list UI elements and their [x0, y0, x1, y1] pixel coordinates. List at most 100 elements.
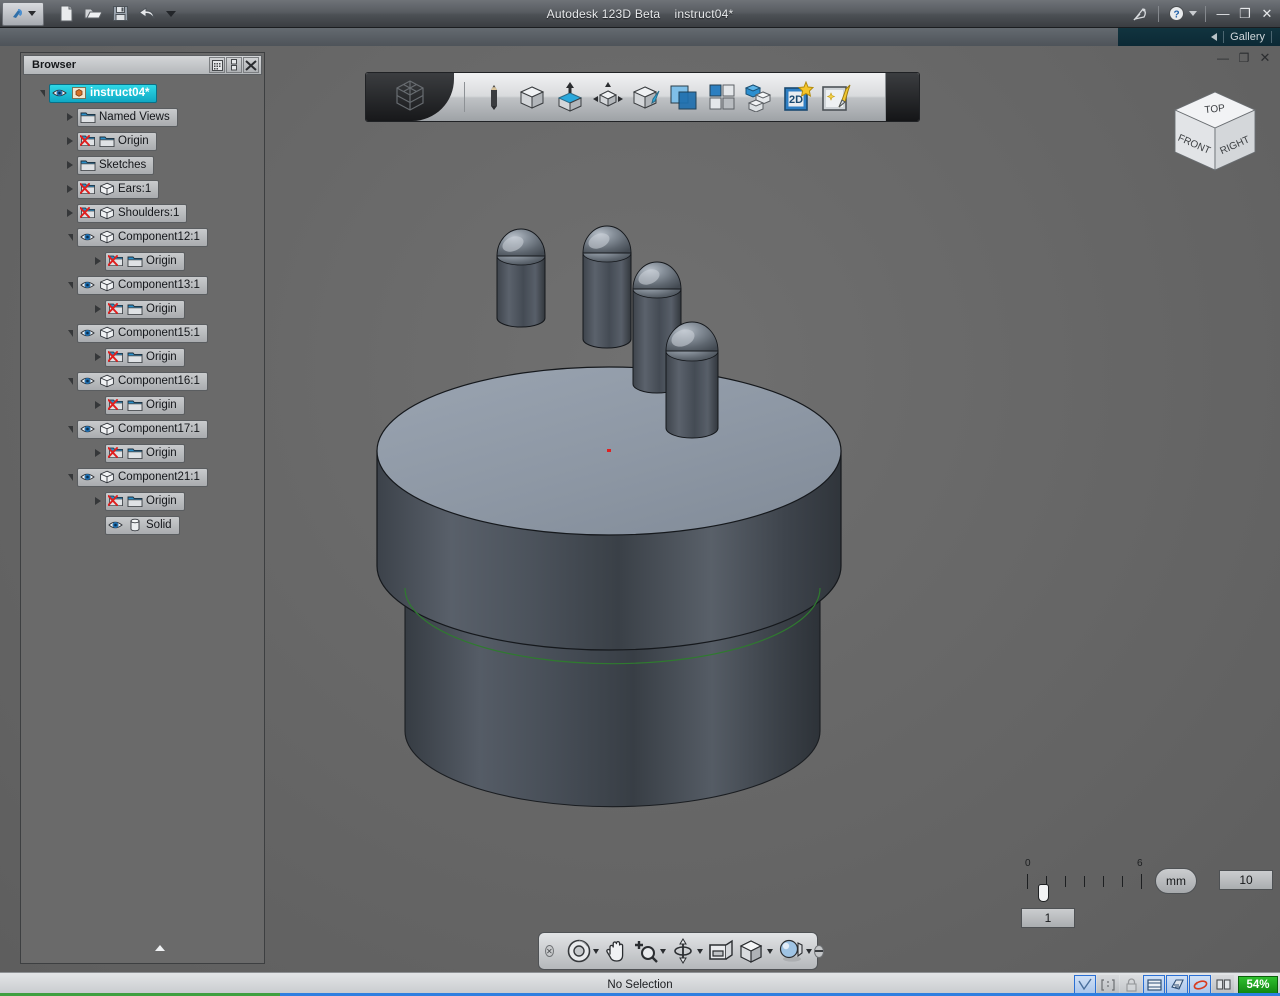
- open-document-button[interactable]: [83, 4, 103, 24]
- tree-expand-arrow-expanded[interactable]: [63, 278, 77, 292]
- convert-2d-button[interactable]: 2D: [779, 77, 817, 117]
- tree-expand-arrow-expanded[interactable]: [63, 326, 77, 340]
- tree-node[interactable]: Ears:1: [21, 177, 264, 201]
- tree-node[interactable]: Origin: [21, 489, 264, 513]
- tree-node[interactable]: Component15:1: [21, 321, 264, 345]
- tree-node[interactable]: Shoulders:1: [21, 201, 264, 225]
- view-cube[interactable]: TOP FRONT RIGHT: [1160, 84, 1270, 184]
- effects-button[interactable]: [817, 77, 855, 117]
- tree-item-component21-1[interactable]: Component21:1: [77, 467, 208, 487]
- caret-down-icon[interactable]: [696, 948, 703, 954]
- tree-expand-arrow-collapsed[interactable]: [91, 398, 105, 412]
- tree-item-shoulders-1[interactable]: Shoulders:1: [77, 203, 188, 223]
- grid-snap-button[interactable]: [703, 77, 741, 117]
- tree-expand-arrow-expanded[interactable]: [63, 374, 77, 388]
- scale-max-input[interactable]: 10: [1219, 870, 1273, 890]
- status-dimension-button[interactable]: [1097, 974, 1119, 995]
- gallery-label[interactable]: Gallery: [1230, 31, 1265, 43]
- modify-tool-button[interactable]: [589, 77, 627, 117]
- tree-item-origin[interactable]: Origin: [105, 347, 185, 367]
- doc-minimize-button[interactable]: —: [1214, 50, 1232, 66]
- tree-node[interactable]: Component21:1: [21, 465, 264, 489]
- toolbar-logo[interactable]: [366, 73, 454, 121]
- display-mode-button[interactable]: [736, 936, 775, 966]
- render-style-button[interactable]: [775, 936, 814, 966]
- extrude-tool-button[interactable]: [551, 77, 589, 117]
- primitives-tool-button[interactable]: [513, 77, 551, 117]
- help-dropdown-button[interactable]: [1189, 11, 1197, 16]
- tree-node[interactable]: Origin: [21, 297, 264, 321]
- navbar-close-button[interactable]: ✕: [545, 945, 554, 957]
- toolbar-overflow-button[interactable]: [885, 73, 919, 121]
- tree-node[interactable]: Origin: [21, 441, 264, 465]
- tree-item-sketches[interactable]: Sketches: [77, 155, 155, 175]
- tree-expand-arrow-collapsed[interactable]: [91, 254, 105, 268]
- tree-item-origin[interactable]: Origin: [105, 251, 185, 271]
- tree-item-ears-1[interactable]: Ears:1: [77, 179, 160, 199]
- tree-expand-arrow-collapsed[interactable]: [63, 206, 77, 220]
- tree-node[interactable]: Origin: [21, 393, 264, 417]
- tree-item-instruct04[interactable]: instruct04*: [49, 83, 158, 103]
- broadcast-button[interactable]: [1132, 5, 1150, 23]
- tree-node[interactable]: Origin: [21, 129, 264, 153]
- doc-restore-button[interactable]: ❐: [1235, 50, 1253, 66]
- model-cylinder-with-four-domed-pins[interactable]: [330, 196, 950, 816]
- look-at-button[interactable]: [705, 936, 736, 966]
- tree-node[interactable]: Origin: [21, 345, 264, 369]
- close-button[interactable]: ✕: [1258, 5, 1276, 23]
- model-tree[interactable]: instruct04* Named Views Origin Sketches Ears…: [21, 79, 264, 947]
- assembly-button[interactable]: [741, 77, 779, 117]
- gallery-controls[interactable]: Gallery: [1211, 31, 1272, 43]
- tree-expand-arrow-collapsed[interactable]: [91, 350, 105, 364]
- doc-close-button[interactable]: ✕: [1256, 50, 1274, 66]
- tree-item-component17-1[interactable]: Component17:1: [77, 419, 208, 439]
- zoom-button[interactable]: [631, 936, 668, 966]
- tree-expand-arrow-expanded[interactable]: [35, 86, 49, 100]
- save-document-button[interactable]: [110, 4, 130, 24]
- tree-node[interactable]: Origin: [21, 249, 264, 273]
- tree-node[interactable]: Component17:1: [21, 417, 264, 441]
- tree-item-component13-1[interactable]: Component13:1: [77, 275, 208, 295]
- caret-down-icon[interactable]: [766, 948, 773, 954]
- help-button[interactable]: ?: [1167, 5, 1185, 23]
- scale-ruler[interactable]: 0 6 mm 1 10: [1007, 858, 1273, 948]
- status-plane-button[interactable]: [1166, 974, 1188, 995]
- pattern-tool-button[interactable]: [627, 77, 665, 117]
- tree-item-origin[interactable]: Origin: [105, 491, 185, 511]
- caret-down-icon[interactable]: [659, 948, 666, 954]
- tree-node[interactable]: Component12:1: [21, 225, 264, 249]
- tree-expand-arrow-collapsed[interactable]: [91, 446, 105, 460]
- tree-node[interactable]: Component13:1: [21, 273, 264, 297]
- browser-close-button[interactable]: [243, 57, 259, 73]
- scale-value-input[interactable]: 1: [1021, 908, 1075, 928]
- tree-node[interactable]: instruct04*: [21, 81, 264, 105]
- customize-qat-button[interactable]: [166, 10, 176, 17]
- tree-item-named-views[interactable]: Named Views: [77, 107, 178, 127]
- restore-button[interactable]: ❐: [1236, 5, 1254, 23]
- pan-button[interactable]: [601, 936, 631, 966]
- application-menu-button[interactable]: [2, 1, 44, 26]
- tree-node[interactable]: Sketches: [21, 153, 264, 177]
- status-layout-button[interactable]: [1212, 974, 1234, 995]
- tree-expand-arrow-collapsed[interactable]: [63, 158, 77, 172]
- tree-expand-arrow-collapsed[interactable]: [63, 110, 77, 124]
- tree-item-component12-1[interactable]: Component12:1: [77, 227, 208, 247]
- orbit-button[interactable]: [668, 936, 705, 966]
- zoom-level-indicator[interactable]: 54%: [1238, 975, 1278, 994]
- tree-item-component16-1[interactable]: Component16:1: [77, 371, 208, 391]
- status-lock-button[interactable]: [1120, 974, 1142, 995]
- tree-expand-arrow-collapsed[interactable]: [63, 182, 77, 196]
- caret-down-icon[interactable]: [592, 948, 599, 954]
- tree-expand-arrow-expanded[interactable]: [63, 230, 77, 244]
- tree-item-origin[interactable]: Origin: [105, 395, 185, 415]
- browser-filter-button[interactable]: [209, 57, 225, 73]
- sketch-tool-button[interactable]: [475, 77, 513, 117]
- new-document-button[interactable]: [56, 4, 76, 24]
- unit-selector[interactable]: mm: [1155, 868, 1197, 894]
- tree-expand-arrow-collapsed[interactable]: [63, 134, 77, 148]
- tree-node[interactable]: Named Views: [21, 105, 264, 129]
- status-sketch-constraint-button[interactable]: [1074, 974, 1096, 995]
- tree-item-origin[interactable]: Origin: [105, 299, 185, 319]
- tree-node[interactable]: Component16:1: [21, 369, 264, 393]
- tree-item-solid[interactable]: Solid: [105, 515, 180, 535]
